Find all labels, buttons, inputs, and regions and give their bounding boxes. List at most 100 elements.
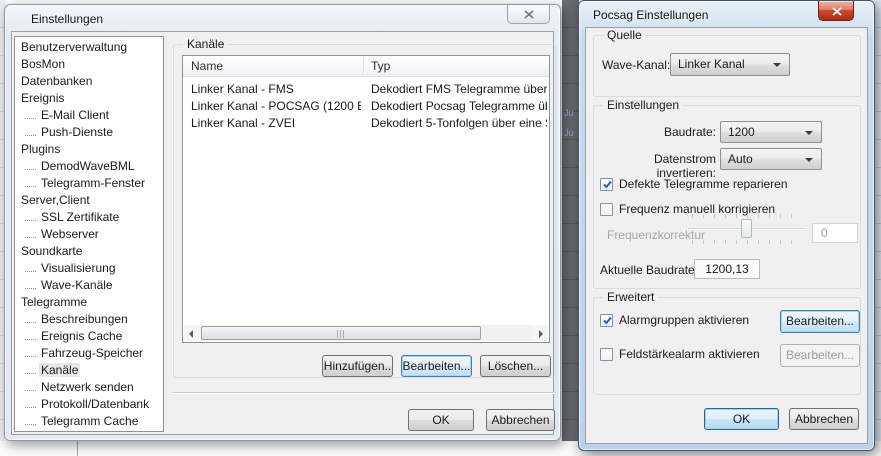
sidebar-item-visualisierung[interactable]: Visualisierung	[15, 260, 163, 277]
column-separator[interactable]	[363, 58, 364, 75]
sidebar-item-email-client[interactable]: E-Mail Client	[15, 107, 163, 124]
source-groupbox: Quelle Wave-Kanal: Linker Kanal	[593, 35, 861, 97]
settings-dialog-titlebar[interactable]: Einstellungen	[5, 5, 560, 31]
baudrate-select[interactable]: 1200	[720, 121, 822, 143]
cancel-button[interactable]: Abbrechen	[486, 409, 555, 431]
scroll-right-icon[interactable]	[532, 325, 548, 341]
slider-thumb	[741, 219, 752, 238]
sidebar-item-beschreibungen[interactable]: Beschreibungen	[15, 311, 163, 328]
baudrate-label: Baudrate:	[594, 125, 716, 139]
repair-telegrams-checkbox[interactable]	[600, 178, 613, 191]
cancel-button[interactable]: Abbrechen	[789, 408, 859, 430]
sidebar-item-plugins[interactable]: Plugins	[15, 141, 163, 158]
sidebar-item-bosmon[interactable]: BosMon	[15, 56, 163, 73]
close-icon[interactable]	[507, 5, 550, 24]
settings-tree: Benutzerverwaltung BosMon Datenbanken Er…	[14, 36, 164, 432]
column-header-typ[interactable]: Typ	[371, 59, 390, 73]
background-strip-right	[875, 0, 881, 456]
frequency-correction-slider	[688, 212, 806, 246]
sidebar-item-ssl-zertifikate[interactable]: SSL Zertifikate	[15, 209, 163, 226]
repair-telegrams-label[interactable]: Defekte Telegramme reparieren	[619, 177, 788, 192]
tree-connector	[25, 132, 36, 136]
table-row[interactable]: Linker Kanal - POCSAG (1200 Baud) Dekodi…	[183, 98, 549, 115]
tree-connector	[25, 268, 36, 272]
frequency-correction-value: 0	[812, 223, 858, 243]
pocsag-dialog-body: Quelle Wave-Kanal: Linker Kanal Einstell…	[585, 27, 868, 444]
settings-dialog-body: Benutzerverwaltung BosMon Datenbanken Er…	[11, 31, 554, 435]
invert-datastream-select[interactable]: Auto	[720, 148, 822, 170]
ok-button[interactable]: OK	[704, 408, 779, 430]
column-header-name[interactable]: Name	[191, 59, 223, 73]
sidebar-item-wave-kanaele[interactable]: Wave-Kanäle	[15, 277, 163, 294]
alarm-groups-checkbox[interactable]	[600, 314, 613, 327]
tree-connector	[25, 285, 36, 289]
slider-ticks	[692, 214, 802, 218]
sidebar-item-telegramme[interactable]: Telegramme	[15, 294, 163, 311]
manual-frequency-checkbox[interactable]	[600, 203, 613, 216]
advanced-group-title: Erweitert	[603, 290, 658, 304]
scroll-left-icon[interactable]	[184, 325, 200, 341]
chevron-down-icon	[805, 158, 813, 162]
sidebar-item-fahrzeug-speicher[interactable]: Fahrzeug-Speicher	[15, 345, 163, 362]
background-grid-line	[77, 441, 78, 456]
sidebar-item-soundkarte[interactable]: Soundkarte	[15, 243, 163, 260]
pocsag-dialog-titlebar[interactable]: Pocsag Einstellungen	[579, 1, 874, 27]
table-row[interactable]: Linker Kanal - FMS Dekodiert FMS Telegra…	[183, 81, 549, 98]
check-icon	[602, 179, 613, 190]
h-scrollbar-thumb[interactable]	[201, 326, 481, 340]
desktop-background: Ju Ju Einstellungen Benutzerverwaltung B…	[0, 0, 881, 456]
sidebar-item-telegramm-fenster[interactable]: Telegramm-Fenster	[15, 175, 163, 192]
tree-connector	[25, 234, 36, 238]
sidebar-item-protokoll-datenbank[interactable]: Protokoll/Datenbank	[15, 396, 163, 413]
pocsag-dialog: Pocsag Einstellungen Quelle Wave-Kanal: …	[578, 0, 875, 451]
tree-connector	[25, 217, 36, 221]
add-channel-button[interactable]: Hinzufügen..	[322, 355, 393, 377]
sidebar-item-telegramm-cache[interactable]: Telegramm Cache	[15, 413, 163, 430]
delete-channel-button[interactable]: Löschen...	[480, 355, 551, 377]
sidebar-item-ereignis[interactable]: Ereignis	[15, 90, 163, 107]
tree-connector	[25, 115, 36, 119]
slider-ticks	[692, 240, 802, 244]
tree-connector	[25, 183, 36, 187]
sidebar-item-webserver[interactable]: Webserver	[15, 226, 163, 243]
sidebar-item-push-dienste[interactable]: Push-Dienste	[15, 124, 163, 141]
tree-connector	[25, 421, 36, 425]
sidebar-item-server-client[interactable]: Server,Client	[15, 192, 163, 209]
horizontal-scrollbar[interactable]	[184, 325, 548, 341]
footer-separator	[172, 392, 555, 394]
tree-connector	[25, 319, 36, 323]
channel-list-header: Name Typ	[183, 56, 549, 77]
sidebar-item-ereignis-cache[interactable]: Ereignis Cache	[15, 328, 163, 345]
pocsag-dialog-title: Pocsag Einstellungen	[593, 8, 708, 22]
table-row[interactable]: Linker Kanal - ZVEI Dekodiert 5-Tonfolge…	[183, 115, 549, 132]
tree-connector	[25, 404, 36, 408]
edit-alarm-groups-button[interactable]: Bearbeiten...	[780, 310, 860, 333]
edit-field-strength-button: Bearbeiten...	[780, 344, 860, 367]
field-strength-alarm-label[interactable]: Feldstärkealarm aktivieren	[619, 347, 760, 362]
tree-connector	[25, 336, 36, 340]
settings-dialog-title: Einstellungen	[31, 12, 103, 26]
edit-channel-button[interactable]: Bearbeiten...	[401, 355, 472, 377]
sidebar-item-demodwavebml[interactable]: DemodWaveBML	[15, 158, 163, 175]
tree-connector	[25, 387, 36, 391]
sidebar-item-kanaele[interactable]: Kanäle	[15, 362, 163, 379]
settings-groupbox: Einstellungen Baudrate: 1200 Datenstrom …	[593, 105, 861, 289]
wave-channel-label: Wave-Kanal:	[602, 58, 670, 72]
sidebar-item-datenbanken[interactable]: Datenbanken	[15, 73, 163, 90]
channel-list: Name Typ Linker Kanal - FMS Dekodiert FM…	[182, 55, 550, 343]
chevron-down-icon	[805, 131, 813, 135]
sidebar-item-netzwerk-senden[interactable]: Netzwerk senden	[15, 379, 163, 396]
wave-channel-select[interactable]: Linker Kanal	[670, 53, 790, 76]
alarm-groups-label[interactable]: Alarmgruppen aktivieren	[619, 313, 749, 328]
check-icon	[602, 315, 613, 326]
channels-group-title: Kanäle	[183, 37, 228, 51]
ok-button[interactable]: OK	[408, 409, 474, 431]
field-strength-alarm-checkbox[interactable]	[600, 348, 613, 361]
scrollbar-grip-icon	[337, 330, 345, 338]
settings-group-title: Einstellungen	[603, 98, 683, 112]
tree-connector	[25, 166, 36, 170]
close-icon[interactable]	[818, 1, 854, 21]
tree-connector	[25, 353, 36, 357]
sidebar-item-benutzerverwaltung[interactable]: Benutzerverwaltung	[15, 39, 163, 56]
settings-dialog: Einstellungen Benutzerverwaltung BosMon …	[4, 4, 561, 441]
